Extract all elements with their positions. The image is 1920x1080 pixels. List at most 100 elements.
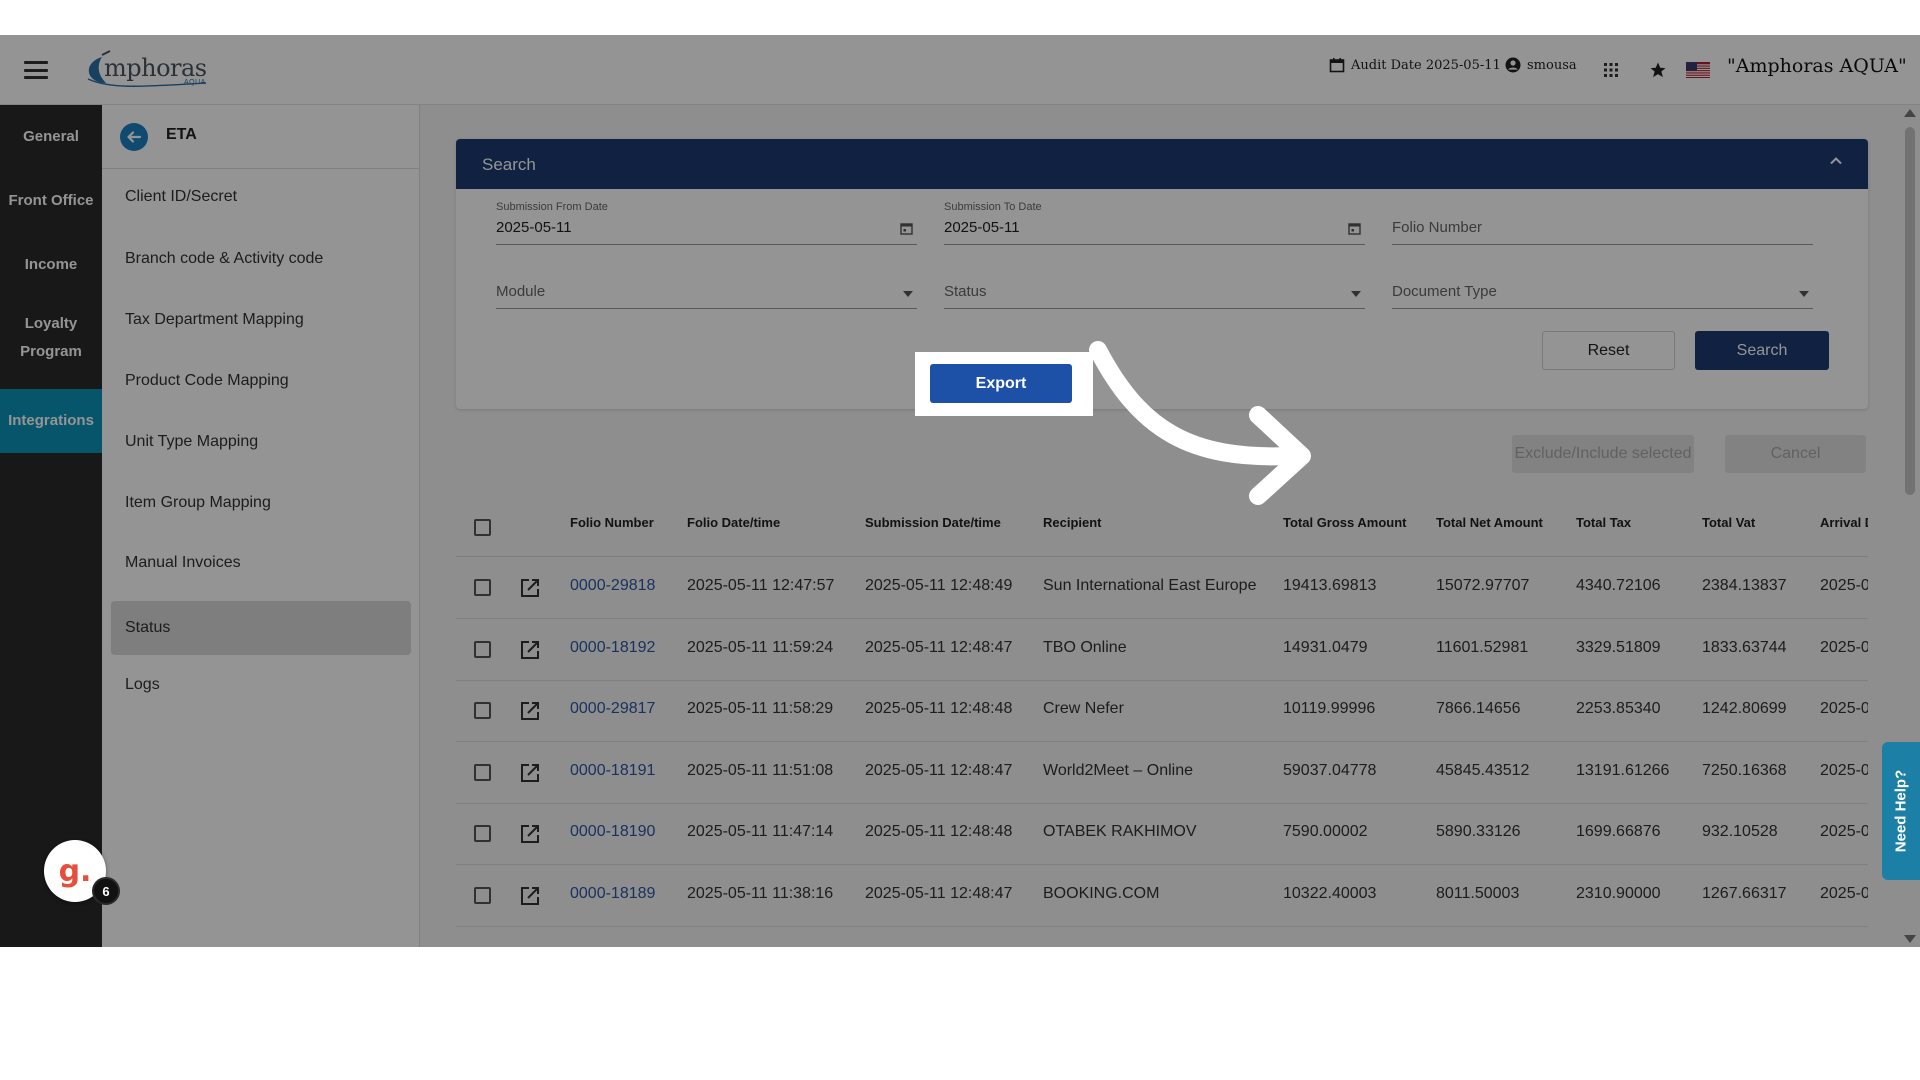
total-net-amount: 8011.50003 — [1436, 885, 1520, 902]
reset-button[interactable]: Reset — [1542, 331, 1675, 370]
back-arrow-icon[interactable] — [120, 123, 148, 151]
row-checkbox[interactable] — [474, 702, 491, 719]
nav-label: Loyalty Program — [20, 315, 82, 360]
folio-number-link[interactable]: 0000-29817 — [570, 700, 655, 718]
logo-text: mphoras — [104, 54, 207, 82]
submenu-item-logs[interactable]: Logs — [102, 658, 402, 712]
nav-income[interactable]: Income — [0, 233, 102, 297]
total-vat: 1267.66317 — [1702, 885, 1787, 902]
total-vat: 932.10528 — [1702, 823, 1778, 840]
row-checkbox[interactable] — [474, 887, 491, 904]
user-name: smousa — [1527, 57, 1577, 73]
submenu-item-tax-department[interactable]: Tax Department Mapping — [102, 293, 402, 347]
export-button[interactable]: Export — [930, 364, 1072, 403]
row-checkbox[interactable] — [474, 579, 491, 596]
column-header[interactable]: Arrival D — [1820, 515, 1868, 530]
eta-submenu: ETA Client ID/Secret Branch code & Activ… — [102, 105, 420, 947]
field-placeholder: Document Type — [1392, 283, 1497, 300]
folio-number-link[interactable]: 0000-18189 — [570, 885, 655, 903]
row-checkbox[interactable] — [474, 825, 491, 842]
user-menu[interactable]: smousa — [1505, 57, 1577, 73]
total-gross-amount: 7590.00002 — [1283, 823, 1368, 840]
open-in-new-icon[interactable] — [519, 885, 541, 907]
table-row[interactable]: 0000-29818 2025-05-11 12:47:57 2025-05-1… — [456, 557, 1868, 619]
folio-number-link[interactable]: 0000-18190 — [570, 823, 655, 841]
main-nav-rail: General Front Office Income Loyalty Prog… — [0, 105, 102, 947]
submenu-item-label: Branch code & Activity code — [125, 250, 324, 267]
table-row[interactable]: 0000-18191 2025-05-11 11:51:08 2025-05-1… — [456, 742, 1868, 804]
search-panel-header[interactable]: Search — [456, 139, 1868, 189]
column-header[interactable]: Total Vat — [1702, 515, 1755, 530]
chevron-up-icon[interactable] — [1828, 153, 1844, 169]
cancel-button[interactable]: Cancel — [1725, 435, 1866, 473]
open-in-new-icon[interactable] — [519, 700, 541, 722]
property-name[interactable]: "Amphoras AQUA" — [1727, 55, 1907, 77]
submenu-item-client-id[interactable]: Client ID/Secret — [102, 170, 402, 224]
row-checkbox[interactable] — [474, 641, 491, 658]
open-in-new-icon[interactable] — [519, 762, 541, 784]
nav-general[interactable]: General — [0, 105, 102, 169]
folio-number-link[interactable]: 0000-18191 — [570, 762, 655, 780]
column-header[interactable]: Folio Number — [570, 515, 654, 530]
exclude-include-selected-button[interactable]: Exclude/Include selected — [1512, 435, 1694, 473]
recipient: OTABEK RAKHIMOV — [1043, 823, 1197, 840]
nav-label: Income — [24, 256, 78, 273]
folio-number-input[interactable]: Folio Number — [1392, 201, 1813, 245]
open-in-new-icon[interactable] — [519, 823, 541, 845]
submission-to-date-field[interactable]: Submission To Date 2025-05-11 — [944, 201, 1365, 245]
nav-loyalty-program[interactable]: Loyalty Program — [0, 297, 102, 379]
total-vat: 2384.13837 — [1702, 577, 1787, 594]
us-flag-icon[interactable] — [1686, 62, 1710, 78]
search-button[interactable]: Search — [1695, 331, 1829, 370]
arrival-date: 2025-0 — [1820, 577, 1868, 594]
open-in-new-icon[interactable] — [519, 577, 541, 599]
submenu-item-label: Status — [125, 619, 171, 636]
status-select[interactable]: Status — [944, 265, 1365, 309]
submenu-item-product-code[interactable]: Product Code Mapping — [102, 354, 402, 408]
submenu-item-manual-invoices[interactable]: Manual Invoices — [102, 536, 402, 590]
scroll-down-icon[interactable] — [1904, 935, 1916, 943]
field-value: 2025-05-11 — [944, 219, 1020, 236]
menu-icon[interactable] — [24, 61, 48, 79]
column-header[interactable]: Folio Date/time — [687, 515, 780, 530]
column-header[interactable]: Total Net Amount — [1436, 515, 1543, 530]
need-help-tab[interactable]: Need Help? — [1882, 742, 1920, 880]
table-row[interactable]: 0000-29817 2025-05-11 11:58:29 2025-05-1… — [456, 680, 1868, 742]
submission-from-date-field[interactable]: Submission From Date 2025-05-11 — [496, 201, 917, 245]
field-placeholder: Module — [496, 283, 546, 300]
row-checkbox[interactable] — [474, 764, 491, 781]
submission-datetime: 2025-05-11 12:48:49 — [865, 577, 1013, 594]
field-value: 2025-05-11 — [496, 219, 572, 236]
apps-grid-icon[interactable] — [1604, 63, 1618, 77]
column-header[interactable]: Total Tax — [1576, 515, 1631, 530]
submenu-item-item-group[interactable]: Item Group Mapping — [102, 476, 402, 530]
total-vat: 7250.16368 — [1702, 762, 1787, 779]
folio-number-link[interactable]: 0000-29818 — [570, 577, 655, 595]
column-header[interactable]: Submission Date/time — [865, 515, 1001, 530]
submenu-item-label: Logs — [125, 676, 160, 693]
nav-front-office[interactable]: Front Office — [0, 169, 102, 233]
submenu-item-branch-code[interactable]: Branch code & Activity code — [102, 232, 402, 286]
table-row[interactable]: 0000-18189 2025-05-11 11:38:16 2025-05-1… — [456, 865, 1868, 927]
nav-integrations[interactable]: Integrations — [0, 389, 102, 453]
audit-date[interactable]: Audit Date 2025-05-11 — [1329, 57, 1501, 73]
calendar-icon — [1329, 58, 1345, 73]
scrollbar-thumb[interactable] — [1905, 127, 1915, 495]
table-row[interactable]: 0000-18192 2025-05-11 11:59:24 2025-05-1… — [456, 619, 1868, 681]
column-header[interactable]: Total Gross Amount — [1283, 515, 1407, 530]
folio-number-link[interactable]: 0000-18192 — [570, 639, 655, 657]
scroll-up-icon[interactable] — [1904, 109, 1916, 117]
select-all-checkbox[interactable] — [474, 519, 491, 536]
column-header[interactable]: Recipient — [1043, 515, 1102, 530]
folio-datetime: 2025-05-11 11:58:29 — [687, 700, 834, 717]
module-select[interactable]: Module — [496, 265, 917, 309]
submenu-item-status[interactable]: Status — [111, 601, 411, 655]
open-in-new-icon[interactable] — [519, 639, 541, 661]
star-icon[interactable] — [1649, 61, 1667, 79]
table-row[interactable]: 0000-18190 2025-05-11 11:47:14 2025-05-1… — [456, 803, 1868, 865]
document-type-select[interactable]: Document Type — [1392, 265, 1813, 309]
calendar-icon[interactable] — [1348, 222, 1361, 235]
calendar-icon[interactable] — [900, 222, 913, 235]
caret-down-icon — [1351, 291, 1361, 297]
submenu-item-unit-type[interactable]: Unit Type Mapping — [102, 415, 402, 469]
